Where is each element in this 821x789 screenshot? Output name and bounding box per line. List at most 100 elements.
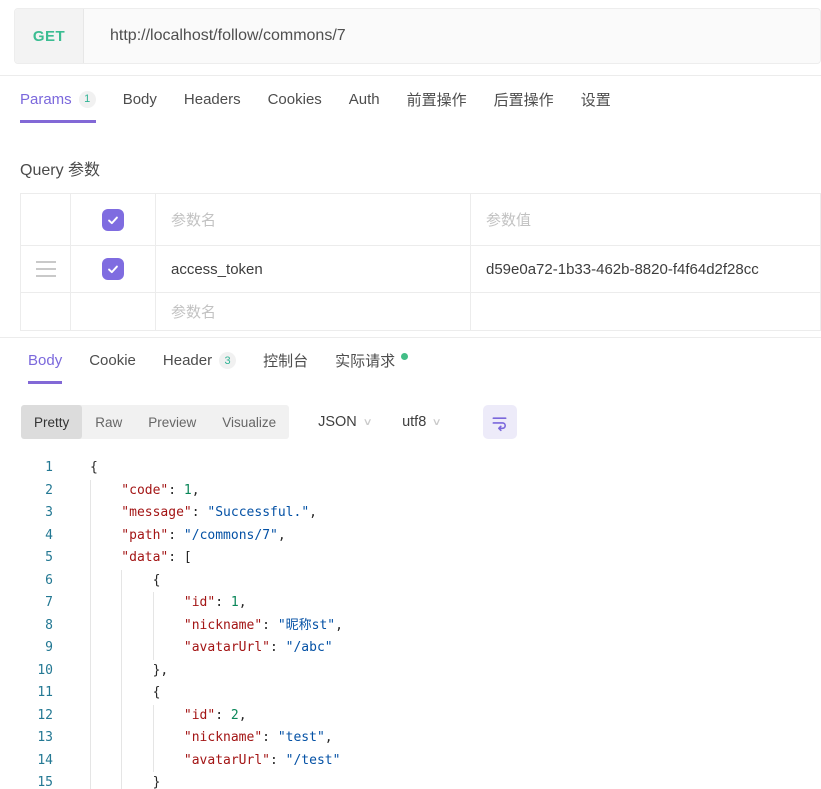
param-name-input[interactable]: 参数名: [156, 194, 471, 246]
code-token: :: [262, 615, 278, 638]
word-wrap-button[interactable]: [483, 405, 517, 439]
format-select[interactable]: JSON ∨: [318, 414, 371, 430]
indent-guide: [121, 682, 152, 705]
mode-raw[interactable]: Raw: [82, 405, 135, 439]
tab-response-header[interactable]: Header3: [163, 338, 236, 384]
code-line: 1{: [0, 457, 821, 480]
param-name-input[interactable]: 参数名: [156, 293, 471, 331]
indent-guide: [153, 705, 184, 728]
code-token: "test": [278, 727, 325, 750]
code-token: :: [192, 502, 208, 525]
line-number: 12: [0, 705, 53, 728]
param-value-input[interactable]: d59e0a72-1b33-462b-8820-f4f64d2f28cc: [471, 246, 821, 293]
tab-label: 控制台: [263, 350, 308, 371]
row-checkbox[interactable]: [102, 209, 124, 231]
code-line: 4"path": "/commons/7",: [0, 525, 821, 548]
indent-guide: [90, 615, 121, 638]
indent-guide: [90, 772, 121, 789]
code-content: "id": 2,: [90, 705, 247, 728]
tab-label: 设置: [581, 89, 611, 110]
code-token: ,: [239, 705, 247, 728]
query-params-table: 参数名参数值access_tokend59e0a72-1b33-462b-882…: [20, 193, 821, 331]
code-token: },: [153, 660, 169, 683]
drag-handle-icon[interactable]: [36, 261, 56, 277]
tab-label: Body: [28, 352, 62, 369]
method-selector[interactable]: GET: [15, 9, 84, 63]
indent-guide: [121, 772, 152, 789]
indent-guide: [90, 547, 121, 570]
code-token: ,: [278, 525, 286, 548]
line-number: 3: [0, 502, 53, 525]
code-content: "nickname": "test",: [90, 727, 333, 750]
indent-guide: [121, 570, 152, 593]
checkbox-cell: [71, 194, 156, 246]
tab-label: 前置操作: [407, 89, 467, 110]
count-badge: 1: [79, 91, 96, 108]
code-token: "code": [121, 480, 168, 503]
line-number: 10: [0, 660, 53, 683]
tab-params[interactable]: Params1: [20, 76, 96, 123]
url-input[interactable]: http://localhost/follow/commons/7: [84, 9, 820, 63]
param-name-input[interactable]: access_token: [156, 246, 471, 293]
code-token: :: [168, 525, 184, 548]
code-token: :: [215, 592, 231, 615]
line-number: 6: [0, 570, 53, 593]
encoding-select[interactable]: utf8 ∨: [402, 414, 441, 430]
tab-response-body[interactable]: Body: [28, 338, 62, 384]
indent-guide: [153, 615, 184, 638]
indent-guide: [153, 592, 184, 615]
code-content: },: [90, 660, 168, 683]
encoding-select-value: utf8: [402, 414, 426, 430]
tab-settings[interactable]: 设置: [581, 76, 611, 123]
tab-response-cookie[interactable]: Cookie: [89, 338, 136, 384]
code-token: "nickname": [184, 727, 262, 750]
word-wrap-icon: [490, 413, 509, 432]
line-number: 11: [0, 682, 53, 705]
request-tabs: Params1 Body Headers Cookies Auth 前置操作 后置操作 设置: [0, 76, 821, 123]
drag-cell: [21, 194, 71, 246]
code-token: ,: [192, 480, 200, 503]
drag-cell: [21, 293, 71, 331]
row-checkbox[interactable]: [102, 258, 124, 280]
tab-auth[interactable]: Auth: [349, 76, 380, 123]
tab-label: Headers: [184, 91, 241, 108]
param-value-input[interactable]: 参数值: [471, 194, 821, 246]
code-line: 3"message": "Successful.",: [0, 502, 821, 525]
code-line: 5"data": [: [0, 547, 821, 570]
query-params-title: Query 参数: [20, 156, 821, 180]
mode-visualize[interactable]: Visualize: [209, 405, 289, 439]
code-token: "avatarUrl": [184, 750, 270, 773]
line-number: 8: [0, 615, 53, 638]
indent-guide: [90, 502, 121, 525]
tab-actual-request[interactable]: 实际请求: [335, 338, 408, 384]
param-value-text: 参数值: [486, 209, 531, 230]
indent-guide: [121, 637, 152, 660]
drag-cell: [21, 246, 71, 293]
code-token: ,: [309, 502, 317, 525]
code-line: 6{: [0, 570, 821, 593]
code-content: "avatarUrl": "/abc": [90, 637, 333, 660]
code-token: 1: [231, 592, 239, 615]
response-editor[interactable]: 1{2"code": 1,3"message": "Successful.",4…: [0, 457, 821, 789]
indent-guide: [121, 705, 152, 728]
tab-cookies[interactable]: Cookies: [268, 76, 322, 123]
tab-post-actions[interactable]: 后置操作: [494, 76, 554, 123]
param-name-text: access_token: [171, 261, 263, 278]
indent-guide: [90, 637, 121, 660]
tab-body[interactable]: Body: [123, 76, 157, 123]
mode-preview[interactable]: Preview: [135, 405, 209, 439]
indent-guide: [90, 592, 121, 615]
tab-pre-actions[interactable]: 前置操作: [407, 76, 467, 123]
code-line: 13"nickname": "test",: [0, 727, 821, 750]
status-dot-icon: [401, 353, 408, 360]
tab-console[interactable]: 控制台: [263, 338, 308, 384]
chevron-down-icon: ∨: [362, 417, 372, 428]
mode-pretty[interactable]: Pretty: [21, 405, 82, 439]
param-value-input[interactable]: [471, 293, 821, 331]
code-line: 8"nickname": "昵称st",: [0, 615, 821, 638]
code-token: ,: [325, 727, 333, 750]
tab-headers[interactable]: Headers: [184, 76, 241, 123]
code-token: :: [270, 637, 286, 660]
code-token: "data": [121, 547, 168, 570]
tab-label: 实际请求: [335, 350, 395, 371]
